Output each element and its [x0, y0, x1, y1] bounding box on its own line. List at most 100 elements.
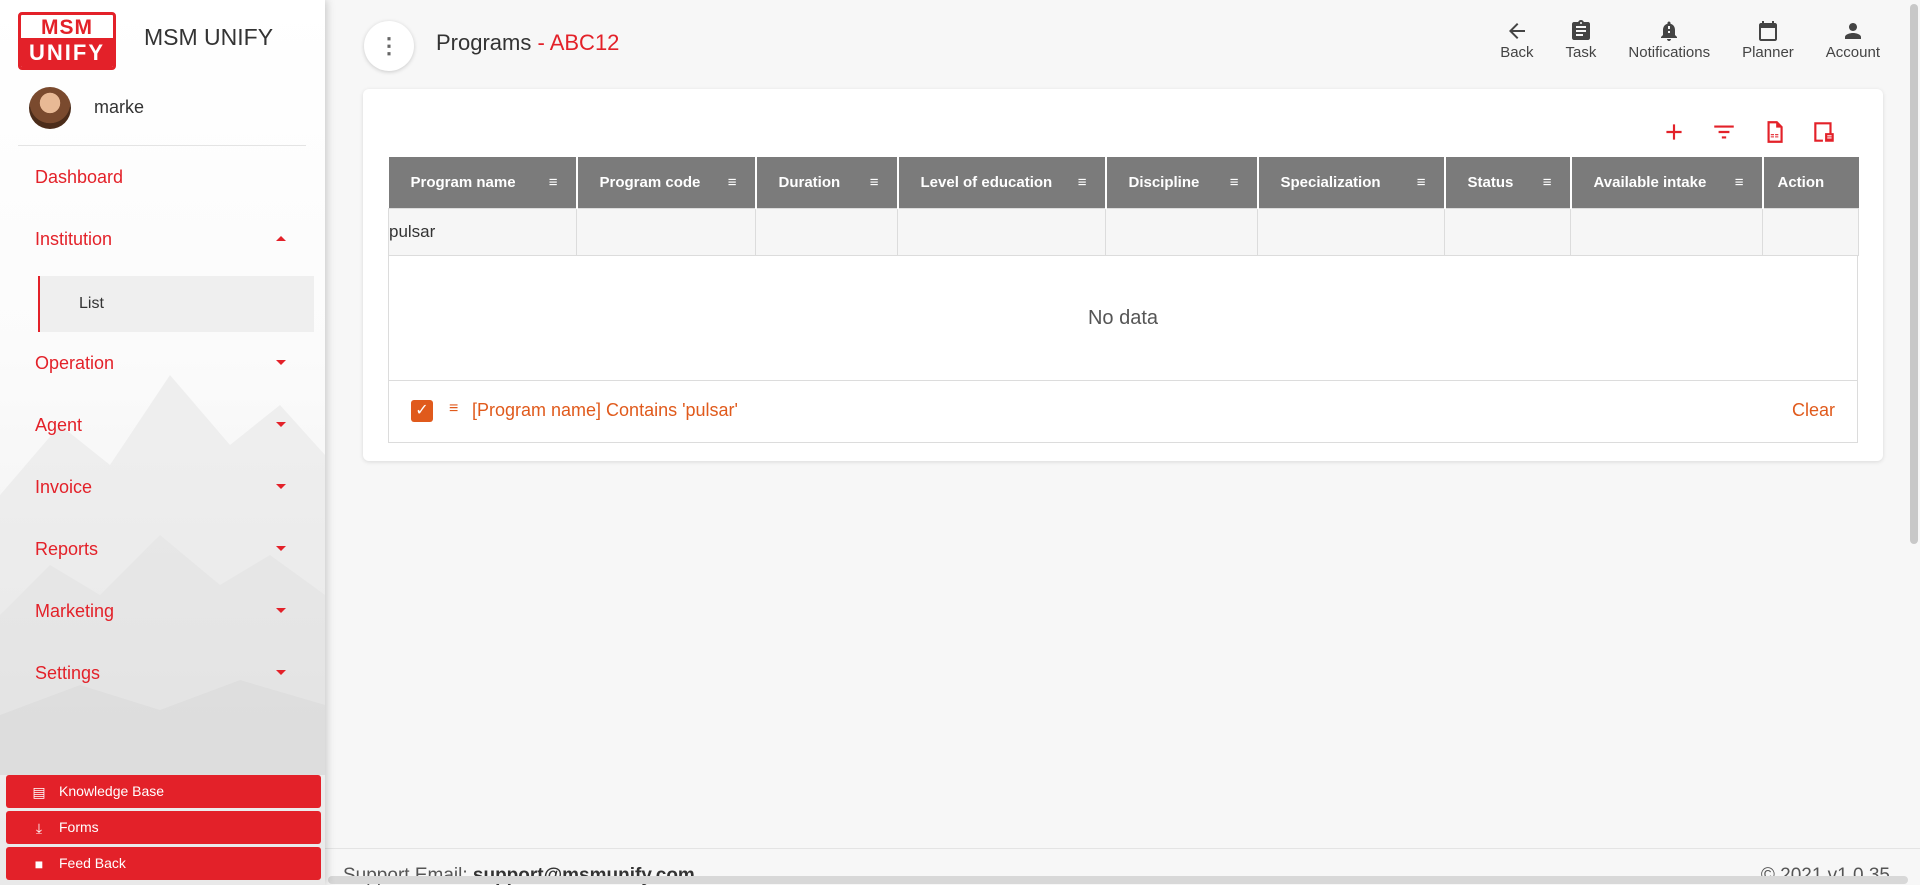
feedback-icon: ■	[34, 856, 44, 872]
filter-cell-action	[1762, 207, 1859, 256]
column-header-level-of-education[interactable]: Level of education ≡	[897, 157, 1107, 208]
header-actions: Back Task Notifications Planner Account	[1468, 18, 1880, 61]
brand[interactable]: MSM UNIFY	[18, 12, 116, 70]
column-label: Status	[1467, 173, 1514, 191]
filter-cell-discipline[interactable]	[1105, 207, 1258, 256]
menu-dots-button[interactable]: ⋮	[364, 21, 414, 71]
add-button[interactable]	[1661, 119, 1687, 145]
column-label: Specialization	[1280, 173, 1381, 191]
column-label: Discipline	[1128, 173, 1200, 191]
filter-input-program-name[interactable]: pulsar	[389, 222, 435, 241]
avatar[interactable]	[29, 87, 71, 129]
planner-label: Planner	[1742, 44, 1794, 61]
filter-enabled-checkbox[interactable]: ✓	[411, 399, 433, 422]
chevron-down-icon	[276, 360, 286, 365]
clipboard-icon	[1571, 20, 1590, 40]
sidebar-item-operation[interactable]: Operation	[18, 338, 314, 400]
column-label: Program code	[599, 173, 701, 191]
filter-panel: ✓ ≡ [Program name] Contains 'pulsar' Cle…	[388, 380, 1858, 443]
logo-bottom-text: UNIFY	[21, 38, 113, 67]
sidebar-item-reports[interactable]: Reports	[18, 524, 314, 586]
sidebar-item-label: Settings	[35, 663, 101, 683]
filter-cell-duration[interactable]	[755, 207, 898, 256]
column-header-status[interactable]: Status ≡	[1444, 157, 1572, 208]
sidebar-item-institution[interactable]: Institution	[18, 214, 314, 276]
sidebar-subitem-list[interactable]: List	[38, 276, 314, 332]
filter-icon[interactable]: ≡	[549, 174, 558, 191]
filter-cell-program-name[interactable]: pulsar	[388, 207, 577, 256]
vertical-scrollbar[interactable]	[1910, 4, 1918, 544]
column-chooser-icon	[1814, 122, 1834, 142]
sidebar-item-agent[interactable]: Agent	[18, 400, 314, 462]
notifications-button[interactable]: Notifications	[1628, 18, 1710, 61]
filter-button[interactable]	[1711, 119, 1737, 145]
notifications-label: Notifications	[1628, 44, 1711, 61]
filter-summary[interactable]: [Program name] Contains 'pulsar'	[472, 400, 738, 421]
filter-icon[interactable]: ≡	[449, 400, 458, 418]
menu-dots-icon: ⋮	[378, 33, 400, 58]
planner-button[interactable]: Planner	[1742, 18, 1794, 61]
back-label: Back	[1500, 44, 1534, 61]
filter-cell-program-code[interactable]	[576, 207, 756, 256]
filter-cell-available-intake[interactable]	[1570, 207, 1763, 256]
sidebar-item-settings[interactable]: Settings	[18, 648, 314, 710]
filter-icon[interactable]: ≡	[728, 174, 737, 191]
brand-name: MSM UNIFY	[144, 24, 274, 50]
knowledge-base-button[interactable]: ▤ Knowledge Base	[6, 775, 321, 808]
column-header-discipline[interactable]: Discipline ≡	[1105, 157, 1259, 208]
sidebar-item-label: Invoice	[35, 477, 93, 497]
filter-icon[interactable]: ≡	[1230, 174, 1239, 191]
bell-icon	[1661, 21, 1678, 41]
filter-cell-status[interactable]	[1444, 207, 1571, 256]
filter-cell-specialization[interactable]	[1257, 207, 1445, 256]
task-button[interactable]: Task	[1566, 18, 1596, 61]
forms-label: Forms	[59, 819, 99, 835]
person-icon	[1844, 23, 1861, 39]
clear-filter-button[interactable]: Clear	[1792, 400, 1835, 421]
msm-unify-logo[interactable]: MSM UNIFY	[18, 12, 116, 70]
filter-icon[interactable]: ≡	[1078, 174, 1087, 191]
forms-button[interactable]: ⤓ Forms	[6, 811, 321, 844]
username: marke	[94, 97, 145, 117]
programs-table: Program name ≡ Program code ≡ Duration ≡ Le…	[388, 157, 1859, 256]
column-header-program-code[interactable]: Program code ≡	[576, 157, 757, 208]
sidebar-item-invoice[interactable]: Invoice	[18, 462, 314, 524]
export-button[interactable]	[1761, 119, 1787, 145]
filter-icon[interactable]: ≡	[870, 174, 879, 191]
page-title-separator: -	[531, 30, 550, 55]
user-profile[interactable]: marke	[18, 76, 306, 146]
column-header-specialization[interactable]: Specialization ≡	[1257, 157, 1446, 208]
chevron-down-icon	[276, 422, 286, 427]
column-label: Available intake	[1593, 173, 1707, 191]
download-icon: ⤓	[35, 820, 43, 836]
no-data-message: No data	[388, 255, 1858, 381]
programs-grid: Program name ≡ Program code ≡ Duration ≡ Le…	[388, 157, 1859, 443]
column-header-available-intake[interactable]: Available intake ≡	[1570, 157, 1764, 208]
programs-card: Program name ≡ Program code ≡ Duration ≡ Le…	[363, 89, 1883, 461]
column-header-duration[interactable]: Duration ≡	[755, 157, 899, 208]
page-title-text: Programs	[436, 30, 532, 55]
chevron-up-icon	[276, 236, 286, 241]
back-button[interactable]: Back	[1500, 18, 1534, 61]
feedback-button[interactable]: ■ Feed Back	[6, 847, 321, 880]
chevron-down-icon	[276, 670, 286, 675]
horizontal-scrollbar[interactable]	[328, 876, 1908, 884]
filter-cell-level-of-education[interactable]	[897, 207, 1106, 256]
chevron-down-icon	[276, 546, 286, 551]
column-header-program-name[interactable]: Program name ≡	[388, 157, 578, 208]
account-button[interactable]: Account	[1826, 18, 1880, 61]
filter-icon	[1714, 125, 1734, 139]
filter-row: pulsar	[388, 207, 1859, 256]
sidebar-item-dashboard[interactable]: Dashboard	[18, 152, 314, 214]
sidebar-item-label: Reports	[35, 539, 99, 559]
feedback-label: Feed Back	[59, 855, 126, 871]
filter-icon[interactable]: ≡	[1417, 174, 1426, 191]
filter-icon[interactable]: ≡	[1543, 174, 1552, 191]
sidebar-item-label: Marketing	[35, 601, 115, 621]
column-chooser-button[interactable]	[1811, 119, 1837, 145]
plus-icon	[1666, 124, 1682, 140]
filter-icon[interactable]: ≡	[1735, 174, 1744, 191]
page-title: Programs - ABC12	[436, 30, 619, 56]
sidebar-item-marketing[interactable]: Marketing	[18, 586, 314, 648]
chevron-down-icon	[276, 608, 286, 613]
